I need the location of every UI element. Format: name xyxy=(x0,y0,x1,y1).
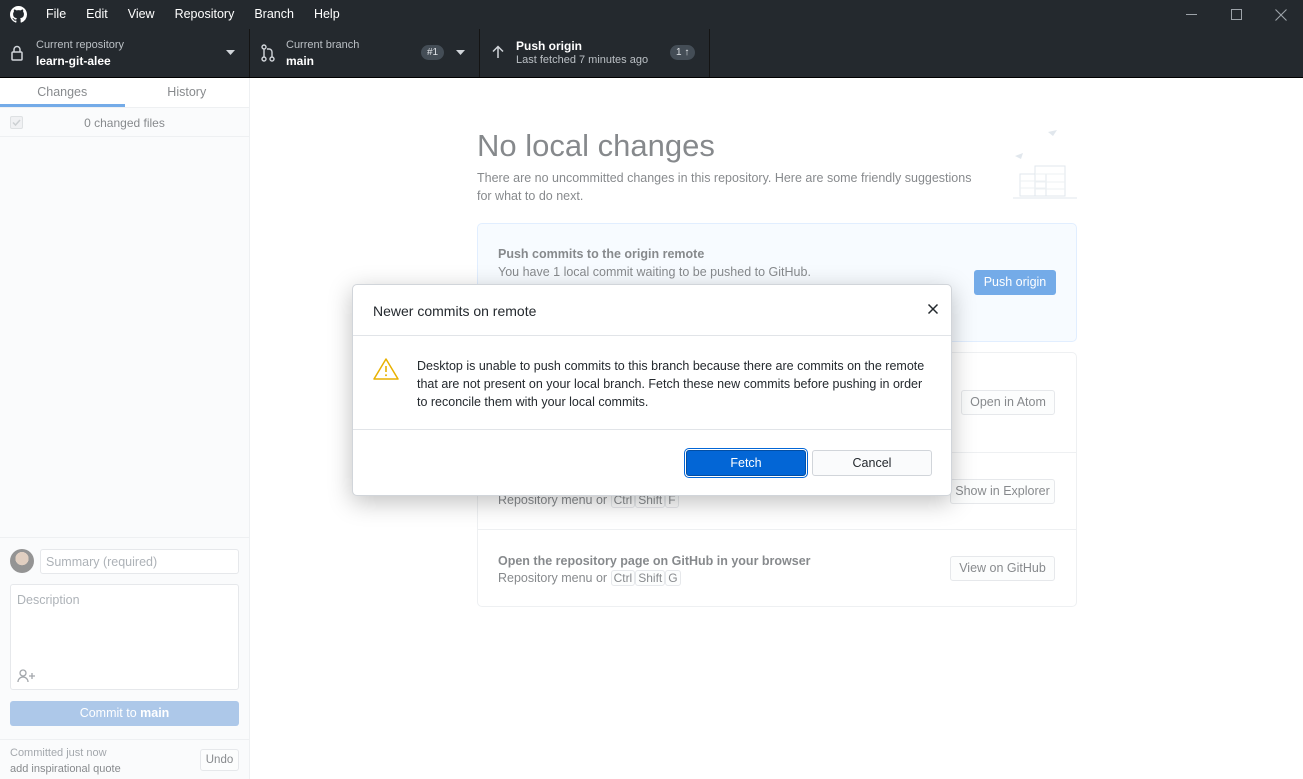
toolbar: Current repository learn-git-alee Curren… xyxy=(0,29,1303,78)
minimize-button[interactable] xyxy=(1169,0,1213,29)
window-close-icon xyxy=(1275,8,1287,21)
dialog-header: Newer commits on remote xyxy=(353,285,951,336)
chevron-down-icon xyxy=(456,50,465,55)
repo-name: learn-git-alee xyxy=(36,54,111,68)
arrow-up-icon xyxy=(492,45,504,58)
menu-view[interactable]: View xyxy=(118,0,165,29)
push-label: Push origin xyxy=(516,39,582,53)
ahead-count-badge: 1 ↑ xyxy=(670,45,696,60)
menu-file[interactable]: File xyxy=(36,0,76,29)
branch-label: Current branch xyxy=(286,39,360,51)
pull-request-badge: #1 xyxy=(421,45,445,60)
current-branch-selector[interactable]: Current branch main #1 xyxy=(250,29,480,77)
newer-commits-dialog: Newer commits on remote Desktop is unabl… xyxy=(352,284,952,496)
menu-help[interactable]: Help xyxy=(304,0,350,29)
git-branch-icon xyxy=(261,44,275,62)
dialog-message: Desktop is unable to push commits to thi… xyxy=(417,359,925,409)
menu-bar: File Edit View Repository Branch Help xyxy=(36,0,350,29)
last-fetched: Last fetched 7 minutes ago xyxy=(516,54,649,66)
close-icon[interactable] xyxy=(925,301,941,317)
menu-repository[interactable]: Repository xyxy=(165,0,245,29)
fetch-button[interactable]: Fetch xyxy=(686,450,806,476)
repo-label: Current repository xyxy=(36,39,125,51)
current-repository-selector[interactable]: Current repository learn-git-alee xyxy=(0,29,250,77)
dialog-title: Newer commits on remote xyxy=(373,303,537,319)
chevron-down-icon xyxy=(226,50,235,55)
cancel-button[interactable]: Cancel xyxy=(812,450,932,476)
warning-icon xyxy=(373,358,399,380)
dialog-body: Desktop is unable to push commits to thi… xyxy=(353,336,951,430)
minimize-icon xyxy=(1185,14,1197,15)
menu-branch[interactable]: Branch xyxy=(244,0,304,29)
maximize-icon xyxy=(1230,9,1242,20)
window-close-button[interactable] xyxy=(1259,0,1303,29)
title-bar: File Edit View Repository Branch Help xyxy=(0,0,1303,29)
lock-icon xyxy=(11,45,23,61)
push-origin-button[interactable]: Push origin Last fetched 7 minutes ago 1… xyxy=(480,29,710,77)
menu-edit[interactable]: Edit xyxy=(76,0,118,29)
branch-name: main xyxy=(286,54,315,68)
dialog-footer: Fetch Cancel xyxy=(353,430,951,495)
github-logo-icon xyxy=(10,6,27,23)
maximize-button[interactable] xyxy=(1214,0,1258,29)
